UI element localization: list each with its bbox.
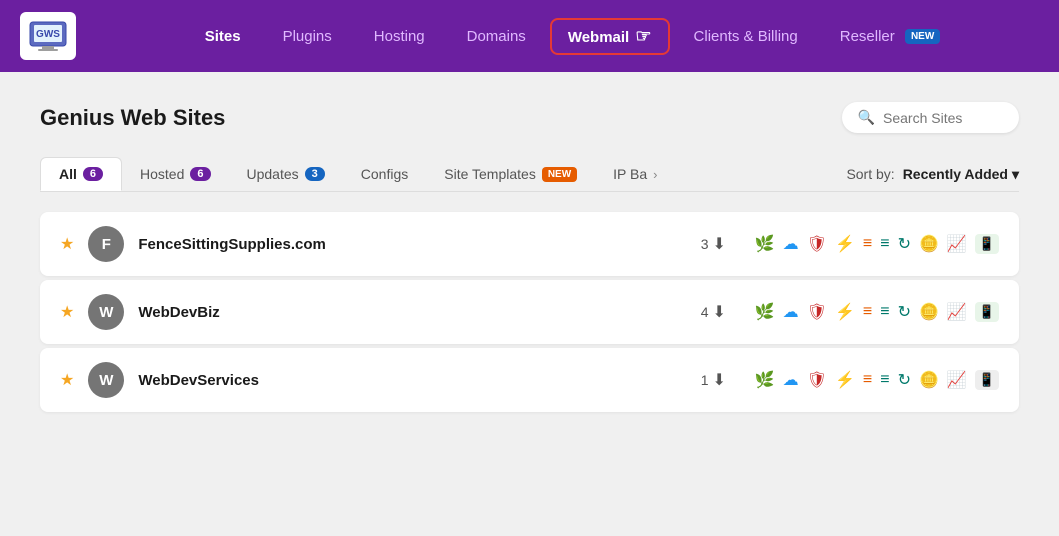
coin-icon: 🪙 xyxy=(919,234,939,254)
layers-icon: ≡ xyxy=(863,235,872,253)
menu-icon: ≡ xyxy=(880,235,889,253)
tabs-bar: All 6 Hosted 6 Updates 3 Configs Site Te… xyxy=(40,157,1019,192)
download-count: 4 ⬇ xyxy=(701,302,741,322)
download-icon: ⬇ xyxy=(713,234,726,254)
main-nav: Sites Plugins Hosting Domains Webmail ☞ … xyxy=(106,18,1039,55)
reseller-new-badge: NEW xyxy=(905,29,940,44)
search-box[interactable]: 🔍 xyxy=(842,102,1019,133)
star-icon[interactable]: ★ xyxy=(60,302,74,322)
shield-icon: 🛡 xyxy=(807,370,827,390)
nav-item-reseller[interactable]: Reseller NEW xyxy=(822,20,959,53)
bolt-icon: ⚡ xyxy=(835,370,855,390)
nav-item-clients-billing[interactable]: Clients & Billing xyxy=(676,20,816,53)
header: GWS Sites Plugins Hosting Domains Webmai… xyxy=(0,0,1059,72)
sort-area: Sort by: Recently Added ▾ xyxy=(846,166,1019,183)
tab-updates-count: 3 xyxy=(305,167,325,181)
avatar: F xyxy=(88,226,124,262)
cloud-icon: ☁ xyxy=(783,370,799,390)
coin-icon: 🪙 xyxy=(919,370,939,390)
chevron-down-icon: ▾ xyxy=(1012,166,1019,183)
layers-icon: ≡ xyxy=(863,371,872,389)
avatar: W xyxy=(88,294,124,330)
site-name: WebDevServices xyxy=(138,372,686,389)
sync-icon: ↻ xyxy=(898,302,911,322)
nav-item-sites[interactable]: Sites xyxy=(187,20,259,53)
nav-item-domains[interactable]: Domains xyxy=(449,20,544,53)
download-count: 1 ⬇ xyxy=(701,370,741,390)
cloud-icon: ☁ xyxy=(783,234,799,254)
menu-icon: ≡ xyxy=(880,371,889,389)
sync-icon: ↻ xyxy=(898,370,911,390)
site-icons: 🌿 ☁ 🛡 ⚡ ≡ ≡ ↻ 🪙 📈 📱 xyxy=(755,302,999,322)
avatar: W xyxy=(88,362,124,398)
nav-item-webmail[interactable]: Webmail ☞ xyxy=(550,18,670,55)
download-count: 3 ⬇ xyxy=(701,234,741,254)
svg-text:GWS: GWS xyxy=(36,29,60,40)
star-icon[interactable]: ★ xyxy=(60,370,74,390)
table-row[interactable]: ★ W WebDevBiz 4 ⬇ 🌿 ☁ 🛡 ⚡ ≡ ≡ ↻ 🪙 📈 📱 xyxy=(40,280,1019,344)
chart-icon: 📈 xyxy=(947,370,967,390)
download-icon: ⬇ xyxy=(713,302,726,322)
coin-icon: 🪙 xyxy=(919,302,939,322)
tab-ip-ba[interactable]: IP Ba › xyxy=(595,158,675,190)
table-row[interactable]: ★ F FenceSittingSupplies.com 3 ⬇ 🌿 ☁ 🛡 ⚡… xyxy=(40,212,1019,276)
site-name: FenceSittingSupplies.com xyxy=(138,236,686,253)
chart-icon: 📈 xyxy=(947,234,967,254)
shield-icon: 🛡 xyxy=(807,234,827,254)
tab-all-count: 6 xyxy=(83,167,103,181)
star-icon[interactable]: ★ xyxy=(60,234,74,254)
phone-icon: 📱 xyxy=(975,370,999,390)
nav-item-plugins[interactable]: Plugins xyxy=(265,20,350,53)
bolt-icon: ⚡ xyxy=(835,302,855,322)
sort-dropdown[interactable]: Recently Added ▾ xyxy=(903,166,1019,183)
nav-item-hosting[interactable]: Hosting xyxy=(356,20,443,53)
sync-icon: ↻ xyxy=(898,234,911,254)
sort-label: Sort by: xyxy=(846,166,894,182)
main-content: Genius Web Sites 🔍 All 6 Hosted 6 Update… xyxy=(0,72,1059,536)
phone-icon: 📱 xyxy=(975,302,999,322)
ip-ba-arrow-icon: › xyxy=(653,167,657,182)
tab-all[interactable]: All 6 xyxy=(40,157,122,191)
leaf-icon: 🌿 xyxy=(755,302,775,322)
site-icons: 🌿 ☁ 🛡 ⚡ ≡ ≡ ↻ 🪙 📈 📱 xyxy=(755,234,999,254)
main-header: Genius Web Sites 🔍 xyxy=(40,102,1019,133)
logo[interactable]: GWS xyxy=(20,12,76,60)
tab-configs[interactable]: Configs xyxy=(343,158,426,190)
site-list: ★ F FenceSittingSupplies.com 3 ⬇ 🌿 ☁ 🛡 ⚡… xyxy=(40,212,1019,412)
cloud-icon: ☁ xyxy=(783,302,799,322)
leaf-icon: 🌿 xyxy=(755,370,775,390)
bolt-icon: ⚡ xyxy=(835,234,855,254)
site-name: WebDevBiz xyxy=(138,304,686,321)
table-row[interactable]: ★ W WebDevServices 1 ⬇ 🌿 ☁ 🛡 ⚡ ≡ ≡ ↻ 🪙 📈… xyxy=(40,348,1019,412)
layers-icon: ≡ xyxy=(863,303,872,321)
site-icons: 🌿 ☁ 🛡 ⚡ ≡ ≡ ↻ 🪙 📈 📱 xyxy=(755,370,999,390)
tab-updates[interactable]: Updates 3 xyxy=(229,158,343,190)
tab-site-templates[interactable]: Site Templates NEW xyxy=(426,158,595,190)
leaf-icon: 🌿 xyxy=(755,234,775,254)
page-title: Genius Web Sites xyxy=(40,105,225,131)
search-icon: 🔍 xyxy=(858,109,875,126)
tab-hosted[interactable]: Hosted 6 xyxy=(122,158,228,190)
menu-icon: ≡ xyxy=(880,303,889,321)
cursor-icon: ☞ xyxy=(635,26,651,47)
site-templates-new-badge: NEW xyxy=(542,167,577,182)
chart-icon: 📈 xyxy=(947,302,967,322)
search-input[interactable] xyxy=(883,110,1003,126)
phone-icon: 📱 xyxy=(975,234,999,254)
shield-icon: 🛡 xyxy=(807,302,827,322)
tab-hosted-count: 6 xyxy=(190,167,210,181)
download-icon: ⬇ xyxy=(713,370,726,390)
